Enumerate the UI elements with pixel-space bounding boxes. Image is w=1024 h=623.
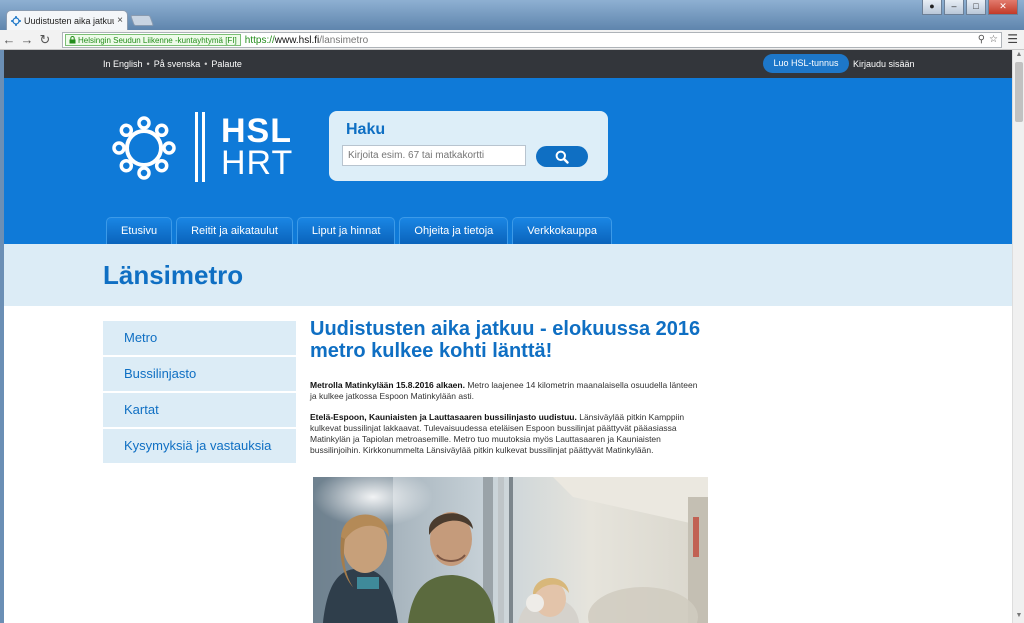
title-band: Länsimetro bbox=[4, 244, 1012, 306]
page-viewport: In English • På svenska • Palaute Luo HS… bbox=[4, 50, 1012, 623]
logo-divider bbox=[195, 112, 198, 182]
sidebar-item-metro[interactable]: Metro bbox=[103, 321, 296, 355]
english-link[interactable]: In English bbox=[103, 59, 143, 69]
create-hsl-account-button[interactable]: Luo HSL-tunnus bbox=[763, 54, 849, 73]
page-title: Länsimetro bbox=[103, 260, 244, 290]
utility-bar: In English • På svenska • Palaute Luo HS… bbox=[4, 50, 1012, 78]
sidebar-item-bus-network[interactable]: Bussilinjasto bbox=[103, 357, 296, 391]
close-window-button[interactable]: ✕ bbox=[988, 0, 1018, 15]
separator-dot: • bbox=[204, 59, 208, 69]
separator-dot: • bbox=[146, 59, 150, 69]
search-title: Haku bbox=[346, 121, 386, 138]
search-panel: Haku bbox=[329, 111, 608, 181]
main-navigation: Etusivu Reitit ja aikataulut Liput ja hi… bbox=[106, 217, 613, 244]
logo-wordmark[interactable]: HSL HRT bbox=[221, 112, 294, 182]
url-path: /lansimetro bbox=[319, 34, 369, 46]
tab-close-icon[interactable]: × bbox=[117, 15, 123, 26]
lock-icon bbox=[69, 36, 76, 44]
hsl-favicon-icon bbox=[11, 15, 21, 26]
search-input[interactable] bbox=[342, 145, 526, 166]
new-tab-button[interactable] bbox=[129, 15, 155, 26]
logo-bottom-text: HRT bbox=[221, 144, 294, 182]
scroll-thumb[interactable] bbox=[1015, 62, 1023, 122]
browser-window: Uudistusten aika jatkuu - e × ● – □ ✕ ← … bbox=[0, 0, 1024, 623]
window-titlebar: Uudistusten aika jatkuu - e × ● – □ ✕ bbox=[0, 0, 1024, 30]
sidebar-item-faq[interactable]: Kysymyksiä ja vastauksia bbox=[103, 429, 296, 463]
feedback-link[interactable]: Palaute bbox=[211, 59, 242, 69]
back-arrow-icon[interactable]: ← bbox=[0, 31, 18, 49]
article: Uudistusten aika jatkuu - elokuussa 2016… bbox=[310, 318, 710, 456]
sidebar-item-maps[interactable]: Kartat bbox=[103, 393, 296, 427]
address-bar[interactable]: Helsingin Seudun Liikenne -kuntayhtymä [… bbox=[62, 32, 1002, 48]
login-link[interactable]: Kirjaudu sisään bbox=[853, 59, 915, 69]
user-icon[interactable]: ● bbox=[922, 0, 942, 15]
browser-toolbar: ← → ↻ Helsingin Seudun Liikenne -kuntayh… bbox=[0, 30, 1024, 50]
paragraph-lead: Etelä-Espoon, Kauniaisten ja Lauttasaare… bbox=[310, 412, 577, 422]
minimize-button[interactable]: – bbox=[944, 0, 964, 15]
paragraph-lead: Metrolla Matinkylään 15.8.2016 alkaen. bbox=[310, 380, 465, 390]
logo-divider bbox=[202, 112, 205, 182]
browser-menu-icon[interactable]: ☰ bbox=[1007, 32, 1018, 46]
nav-tab-tickets[interactable]: Liput ja hinnat bbox=[296, 217, 396, 244]
maximize-button[interactable]: □ bbox=[966, 0, 986, 15]
site-header: HSL HRT Haku Etusivu Reitit ja aikataulu… bbox=[4, 78, 1012, 244]
bookmark-star-icon[interactable]: ☆ bbox=[989, 34, 998, 45]
scroll-up-arrow-icon[interactable]: ▲ bbox=[1013, 51, 1024, 61]
url-scheme: https:// bbox=[244, 34, 275, 46]
nav-tab-shop[interactable]: Verkkokauppa bbox=[512, 217, 613, 244]
article-title: Uudistusten aika jatkuu - elokuussa 2016… bbox=[310, 318, 701, 362]
metro-passengers-photo bbox=[313, 477, 708, 623]
ev-certificate-badge[interactable]: Helsingin Seudun Liikenne -kuntayhtymä [… bbox=[65, 34, 241, 46]
nav-tab-routes[interactable]: Reitit ja aikataulut bbox=[176, 217, 293, 244]
zoom-icon[interactable]: ⚲ bbox=[978, 34, 985, 45]
magnifier-icon bbox=[555, 150, 569, 164]
swedish-link[interactable]: På svenska bbox=[154, 59, 201, 69]
sidebar-menu: Metro Bussilinjasto Kartat Kysymyksiä ja… bbox=[103, 321, 296, 465]
scroll-down-arrow-icon[interactable]: ▼ bbox=[1013, 612, 1024, 622]
search-button[interactable] bbox=[536, 146, 588, 167]
logo-top-text: HSL bbox=[221, 112, 292, 150]
tab-title: Uudistusten aika jatkuu - e bbox=[24, 15, 114, 26]
nav-tab-info[interactable]: Ohjeita ja tietoja bbox=[399, 217, 509, 244]
url-host: www.hsl.fi bbox=[274, 34, 320, 46]
language-links: In English • På svenska • Palaute bbox=[103, 59, 242, 69]
browser-tab[interactable]: Uudistusten aika jatkuu - e × bbox=[6, 10, 128, 30]
ev-label: Helsingin Seudun Liikenne -kuntayhtymä [… bbox=[78, 35, 237, 45]
page-scrollbar[interactable]: ▲ ▼ bbox=[1012, 50, 1024, 623]
omnibox-icons: ⚲ ☆ bbox=[978, 34, 998, 45]
article-paragraph: Etelä-Espoon, Kauniaisten ja Lauttasaare… bbox=[310, 412, 702, 456]
reload-icon[interactable]: ↻ bbox=[36, 31, 54, 49]
nav-tab-home[interactable]: Etusivu bbox=[106, 217, 173, 244]
forward-arrow-icon[interactable]: → bbox=[18, 31, 36, 49]
article-paragraph: Metrolla Matinkylään 15.8.2016 alkaen. M… bbox=[310, 380, 702, 402]
window-controls: ● – □ ✕ bbox=[922, 0, 1018, 15]
